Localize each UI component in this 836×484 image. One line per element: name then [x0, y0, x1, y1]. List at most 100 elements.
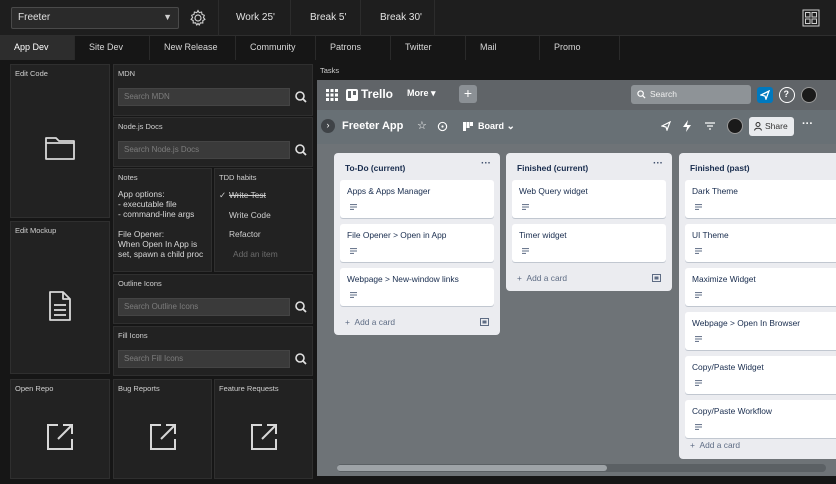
- card-title: UI Theme: [692, 230, 729, 240]
- external-link-icon[interactable]: [249, 422, 279, 452]
- timer-break-30[interactable]: Break 30': [380, 0, 422, 36]
- external-link-icon[interactable]: [148, 422, 178, 452]
- trello-webview: Trello More ▾ + Search ? › Freeter App ☆…: [317, 80, 836, 476]
- trello-logo-text[interactable]: Trello: [361, 87, 393, 101]
- more-button[interactable]: More ▾: [407, 88, 436, 99]
- share-label: Share: [765, 121, 788, 131]
- notes-text[interactable]: App options: - executable file - command…: [118, 189, 203, 259]
- card-template-icon[interactable]: [652, 274, 661, 282]
- todo-item[interactable]: Refactor: [219, 229, 261, 239]
- document-icon[interactable]: [47, 290, 73, 322]
- board-name[interactable]: Freeter App: [342, 120, 403, 132]
- list-title[interactable]: Finished (past): [690, 163, 750, 173]
- add-card-button[interactable]: + Add a card: [517, 273, 567, 283]
- search-icon[interactable]: [292, 141, 310, 159]
- search-icon[interactable]: [292, 88, 310, 106]
- help-icon[interactable]: ?: [779, 87, 795, 103]
- card-title: Maximize Widget: [692, 274, 756, 284]
- description-icon: [695, 424, 702, 430]
- card[interactable]: Copy/Paste Widget: [685, 356, 836, 394]
- card[interactable]: Webpage > Open In Browser: [685, 312, 836, 350]
- card-title: Copy/Paste Workflow: [692, 406, 772, 416]
- list-title[interactable]: To-Do (current): [345, 163, 405, 173]
- card[interactable]: Maximize Widget: [685, 268, 836, 306]
- timer-work-25[interactable]: Work 25': [236, 0, 275, 36]
- card[interactable]: Web Query widget: [512, 180, 666, 218]
- external-link-icon[interactable]: [45, 422, 75, 452]
- nodejs-search-input[interactable]: Search Node.js Docs: [118, 141, 290, 159]
- share-button[interactable]: Share: [749, 117, 794, 136]
- panel-title: MDN: [118, 69, 136, 78]
- member-avatar[interactable]: [727, 118, 743, 134]
- board-view-switcher[interactable]: Board ⌄: [478, 121, 515, 132]
- list-title[interactable]: Finished (current): [517, 163, 588, 173]
- edit-mockup-panel: Edit Mockup: [10, 221, 110, 374]
- card[interactable]: Apps & Apps Manager: [340, 180, 494, 218]
- separator: [218, 0, 219, 36]
- user-icon: [754, 122, 762, 131]
- trello-search-input[interactable]: Search: [631, 85, 751, 104]
- tab-community[interactable]: Community: [236, 36, 316, 60]
- workspace-select[interactable]: Freeter ▼: [11, 7, 179, 29]
- add-card-button[interactable]: + Add a card: [345, 317, 395, 327]
- gear-icon[interactable]: [188, 8, 208, 28]
- lock-icon[interactable]: [437, 121, 448, 132]
- board-menu-icon[interactable]: ···: [802, 118, 813, 130]
- apps-grid-icon[interactable]: [326, 89, 338, 101]
- tab-promo[interactable]: Promo: [540, 36, 620, 60]
- panel-title: Node.js Docs: [118, 122, 163, 131]
- mdn-search-input[interactable]: Search MDN: [118, 88, 290, 106]
- todo-item-label: Refactor: [229, 229, 261, 239]
- panel-title: Feature Requests: [219, 384, 279, 393]
- layout-grid-icon[interactable]: [802, 9, 820, 27]
- star-icon[interactable]: ☆: [417, 119, 427, 132]
- workspace-select-value: Freeter: [18, 12, 51, 23]
- card[interactable]: Copy/Paste Workflow: [685, 400, 836, 438]
- todo-item[interactable]: ✓ Write Test: [219, 190, 266, 200]
- separator: [360, 0, 361, 36]
- fill-icons-search-input[interactable]: Search Fill Icons: [118, 350, 290, 368]
- card[interactable]: UI Theme: [685, 224, 836, 262]
- tab-new-release[interactable]: New Release: [150, 36, 236, 60]
- tab-mail[interactable]: Mail: [466, 36, 540, 60]
- lightning-icon[interactable]: [683, 120, 691, 132]
- timer-break-5[interactable]: Break 5': [310, 0, 346, 36]
- nodejs-docs-panel: Node.js Docs Search Node.js Docs: [113, 117, 313, 167]
- search-icon[interactable]: [292, 350, 310, 368]
- notification-icon[interactable]: [757, 87, 773, 103]
- card-title: Web Query widget: [519, 186, 588, 196]
- card[interactable]: Dark Theme: [685, 180, 836, 218]
- description-icon: [695, 204, 702, 210]
- tab-site-dev[interactable]: Site Dev: [75, 36, 150, 60]
- fill-icons-panel: Fill Icons Search Fill Icons: [113, 326, 313, 376]
- add-item-input[interactable]: Add an item: [233, 249, 278, 259]
- filter-icon[interactable]: [705, 122, 715, 130]
- chevron-right-icon[interactable]: ›: [321, 119, 335, 133]
- description-icon: [522, 204, 529, 210]
- edit-code-panel: Edit Code: [10, 64, 110, 218]
- list-menu-icon[interactable]: ···: [481, 158, 491, 169]
- panel-title: Bug Reports: [118, 384, 160, 393]
- tab-patrons[interactable]: Patrons: [316, 36, 391, 60]
- scrollbar-thumb[interactable]: [337, 465, 607, 471]
- list-menu-icon[interactable]: ···: [653, 158, 663, 169]
- create-button[interactable]: +: [459, 85, 477, 103]
- add-card-button[interactable]: + Add a card: [690, 440, 740, 450]
- card[interactable]: File Opener > Open in App: [340, 224, 494, 262]
- card[interactable]: Webpage > New-window links: [340, 268, 494, 306]
- add-card-label: Add a card: [526, 273, 568, 283]
- todo-item-label: Write Test: [229, 190, 266, 200]
- horizontal-scrollbar[interactable]: [337, 464, 826, 472]
- tab-twitter[interactable]: Twitter: [391, 36, 466, 60]
- card[interactable]: Timer widget: [512, 224, 666, 262]
- send-icon[interactable]: [661, 121, 671, 131]
- avatar[interactable]: [801, 87, 817, 103]
- search-icon[interactable]: [292, 298, 310, 316]
- description-icon: [522, 248, 529, 254]
- board-header: › Freeter App ☆ Board ⌄ Share ···: [317, 110, 836, 144]
- tab-app-dev[interactable]: App Dev: [0, 36, 75, 60]
- folder-icon[interactable]: [44, 135, 76, 161]
- outline-icons-search-input[interactable]: Search Outline Icons: [118, 298, 290, 316]
- card-template-icon[interactable]: [480, 318, 489, 326]
- todo-item[interactable]: Write Code: [219, 210, 271, 220]
